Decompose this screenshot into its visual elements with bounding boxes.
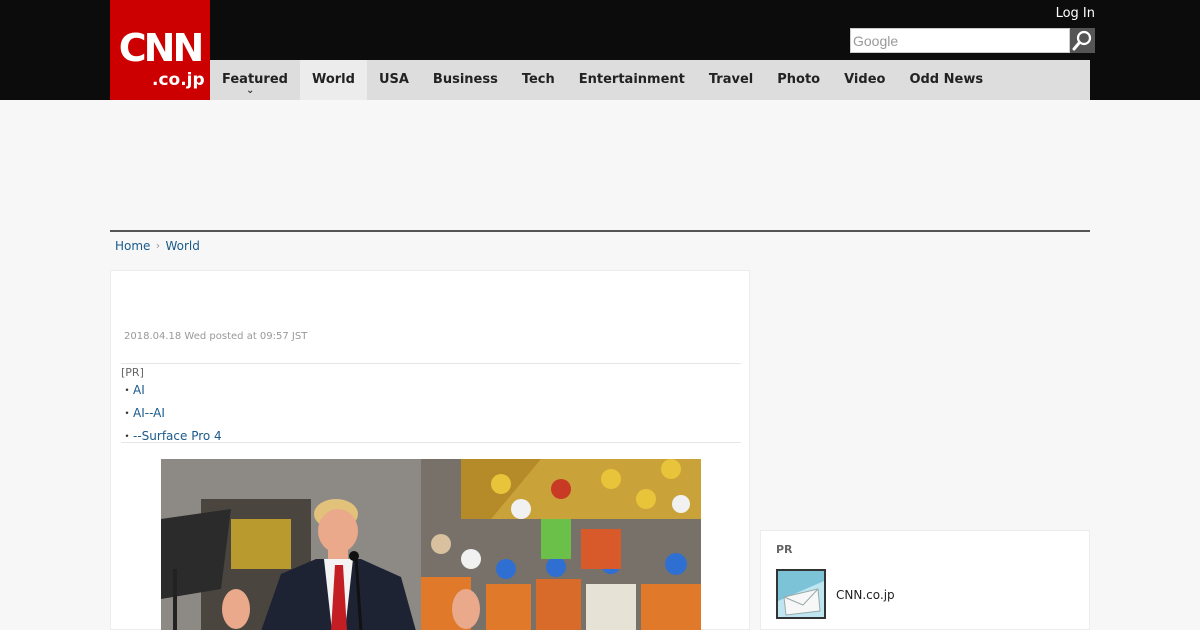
search-input[interactable]: Google — [850, 28, 1070, 53]
section-divider — [110, 230, 1090, 232]
logo-subtext: .co.jp — [152, 70, 205, 90]
breadcrumb: Home › World — [115, 238, 200, 254]
article-card: 2018.04.18 Wed posted at 09:57 JST [PR] … — [110, 270, 750, 630]
posted-timestamp: 2018.04.18 Wed posted at 09:57 JST — [124, 331, 308, 342]
bullet-icon: ・ — [121, 383, 134, 397]
nav-item-entertainment[interactable]: Entertainment — [567, 60, 697, 100]
logo-text: CNN — [118, 26, 205, 70]
sidebar-pr-label: PR — [776, 543, 793, 556]
bullet-icon: ・ — [121, 429, 134, 443]
pr-link[interactable]: ・AI — [121, 382, 145, 398]
nav-item-odd-news[interactable]: Odd News — [897, 60, 995, 100]
nav-item-travel[interactable]: Travel — [697, 60, 765, 100]
nav-label: Featured — [222, 72, 288, 87]
cnn-logo[interactable]: CNN .co.jp — [110, 0, 210, 100]
pr-link-text: AI--AI — [133, 406, 165, 420]
main-nav: Featured ⌄ World USA Business Tech Enter… — [210, 60, 1090, 100]
breadcrumb-home[interactable]: Home — [115, 238, 150, 254]
bullet-icon: ・ — [121, 406, 134, 420]
nav-item-video[interactable]: Video — [832, 60, 897, 100]
chevron-right-icon: › — [155, 239, 161, 252]
pr-links-box: [PR] ・AI ・AI--AI ・--Surface Pro 4 — [121, 363, 741, 443]
article-photo — [161, 459, 701, 630]
nav-item-photo[interactable]: Photo — [765, 60, 832, 100]
chevron-down-icon: ⌄ — [246, 85, 255, 96]
search-button[interactable] — [1070, 28, 1095, 53]
breadcrumb-current[interactable]: World — [165, 238, 199, 254]
nav-item-usa[interactable]: USA — [367, 60, 421, 100]
nav-item-tech[interactable]: Tech — [510, 60, 567, 100]
mail-icon[interactable] — [776, 569, 826, 619]
pr-link[interactable]: ・AI--AI — [121, 405, 165, 421]
magnifier-icon — [1072, 30, 1092, 51]
nav-item-featured[interactable]: Featured ⌄ — [210, 60, 300, 100]
sidebar-pr-box: PR CNN.co.jp — [760, 530, 1090, 630]
sidebar-item-title[interactable]: CNN.co.jp — [836, 587, 895, 603]
login-link[interactable]: Log In — [1056, 6, 1095, 22]
pr-link-text: --Surface Pro 4 — [133, 429, 222, 443]
nav-item-world[interactable]: World — [299, 60, 367, 100]
pr-link-text: AI — [133, 383, 145, 397]
pr-label: [PR] — [121, 366, 144, 379]
pr-link[interactable]: ・--Surface Pro 4 — [121, 428, 222, 444]
nav-item-business[interactable]: Business — [421, 60, 510, 100]
